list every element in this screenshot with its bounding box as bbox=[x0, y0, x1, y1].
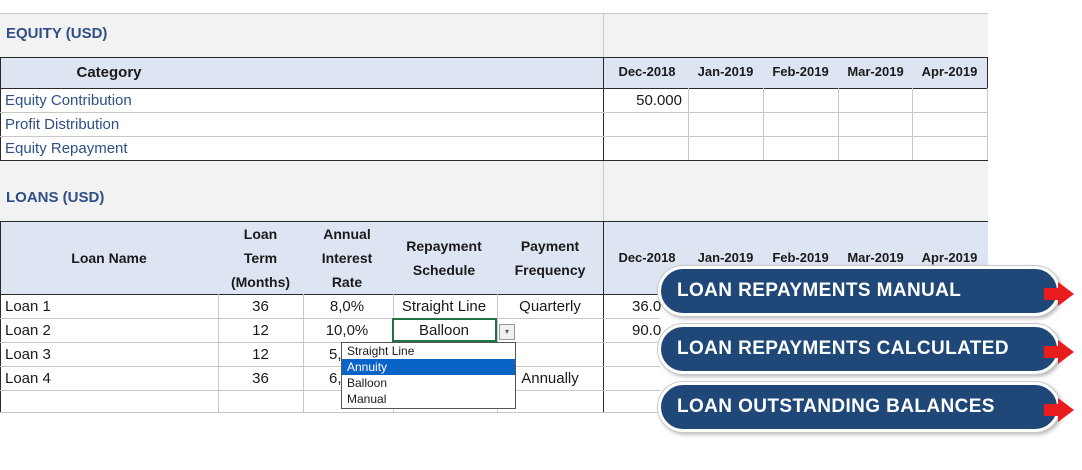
loan-name-cell[interactable]: Loan 4 bbox=[5, 368, 51, 390]
equity-month-header: Mar-2019 bbox=[847, 64, 904, 79]
gridline bbox=[0, 88, 1, 160]
button-label: LOAN REPAYMENTS CALCULATED bbox=[677, 338, 1009, 359]
interest-rate-cell[interactable]: 6, bbox=[329, 368, 342, 390]
dropdown-arrow-button[interactable]: ▾ bbox=[499, 324, 515, 340]
payment-frequency-header: Frequency bbox=[514, 262, 586, 278]
equity-month-header: Apr-2019 bbox=[921, 64, 978, 79]
gridline bbox=[603, 294, 604, 412]
gridline bbox=[0, 221, 988, 222]
loan-name-cell[interactable]: Loan 3 bbox=[5, 344, 51, 366]
gridline bbox=[603, 88, 604, 160]
button-label: LOAN REPAYMENTS MANUAL bbox=[677, 280, 962, 301]
arrow-right-icon[interactable] bbox=[1058, 340, 1074, 364]
equity-section-band bbox=[0, 14, 988, 57]
loan-term-cell[interactable]: 36 bbox=[218, 368, 303, 390]
gridline bbox=[603, 14, 604, 57]
interest-rate-cell[interactable]: 5, bbox=[329, 344, 342, 366]
loans-section-band bbox=[0, 161, 988, 221]
equity-category-header: Category bbox=[76, 64, 142, 81]
loan-repayments-calculated-button[interactable]: LOAN REPAYMENTS CALCULATED bbox=[658, 324, 1060, 374]
repayment-schedule-header: Repayment bbox=[406, 238, 482, 254]
payment-frequency-header: Payment bbox=[520, 238, 580, 254]
gridline bbox=[0, 342, 660, 343]
gridline bbox=[0, 318, 660, 319]
top-gridline bbox=[0, 13, 988, 14]
arrow-right-icon[interactable] bbox=[1044, 404, 1058, 416]
equity-row-label[interactable]: Equity Repayment bbox=[5, 138, 128, 160]
dropdown-option[interactable]: Manual bbox=[342, 391, 515, 407]
repayment-schedule-header: Schedule bbox=[412, 262, 476, 278]
repayment-schedule-cell[interactable]: Straight Line bbox=[393, 296, 495, 318]
repayment-schedule-cell[interactable]: Balloon bbox=[393, 320, 495, 342]
interest-rate-header: Rate bbox=[331, 274, 363, 290]
loan-name-cell[interactable]: Loan 1 bbox=[5, 296, 51, 318]
equity-section-title: EQUITY (USD) bbox=[6, 25, 108, 42]
interest-rate-cell[interactable]: 10,0% bbox=[303, 320, 391, 342]
loan-name-header: Loan Name bbox=[71, 250, 147, 266]
loan-name-cell[interactable]: Loan 2 bbox=[5, 320, 51, 342]
gridline bbox=[688, 88, 689, 160]
loan-outstanding-balances-button[interactable]: LOAN OUTSTANDING BALANCES bbox=[658, 382, 1060, 432]
gridline bbox=[838, 88, 839, 160]
equity-month-header: Jan-2019 bbox=[697, 64, 754, 79]
repayment-schedule-dropdown[interactable]: Straight Line Annuity Balloon Manual bbox=[341, 342, 516, 409]
interest-rate-cell[interactable]: 8,0% bbox=[303, 296, 391, 318]
gridline bbox=[912, 88, 913, 160]
loan-term-cell[interactable]: 12 bbox=[218, 320, 303, 342]
arrow-right-icon[interactable] bbox=[1058, 398, 1074, 422]
interest-rate-header: Annual bbox=[323, 226, 371, 242]
gridline bbox=[987, 88, 988, 160]
gridline bbox=[987, 57, 988, 89]
gridline bbox=[0, 136, 988, 137]
equity-row-label[interactable]: Equity Contribution bbox=[5, 90, 132, 112]
button-label: LOAN OUTSTANDING BALANCES bbox=[677, 396, 995, 417]
gridline bbox=[603, 161, 604, 221]
loan-dec-value[interactable]: 90.0 bbox=[632, 320, 661, 342]
gridline bbox=[0, 88, 988, 89]
gridline bbox=[763, 88, 764, 160]
equity-month-header: Dec-2018 bbox=[618, 64, 676, 79]
gridline bbox=[603, 221, 604, 295]
gridline bbox=[0, 57, 988, 58]
gridline bbox=[0, 112, 988, 113]
arrow-right-icon[interactable] bbox=[1044, 346, 1058, 358]
equity-row-label[interactable]: Profit Distribution bbox=[5, 114, 119, 136]
loan-dec-value[interactable]: 36.0 bbox=[632, 296, 661, 318]
payment-frequency-cell[interactable]: Quarterly bbox=[497, 296, 603, 318]
loan-term-cell[interactable]: 12 bbox=[218, 344, 303, 366]
arrow-right-icon[interactable] bbox=[1058, 282, 1074, 306]
loans-section-title: LOANS (USD) bbox=[6, 189, 105, 206]
equity-month-header: Feb-2019 bbox=[772, 64, 829, 79]
loan-term-header: (Months) bbox=[230, 274, 291, 290]
dropdown-option-highlighted[interactable]: Annuity bbox=[342, 359, 515, 375]
gridline bbox=[603, 57, 604, 89]
arrow-right-icon[interactable] bbox=[1044, 288, 1058, 300]
interest-rate-header: Interest bbox=[321, 250, 373, 266]
loan-term-header: Loan bbox=[243, 226, 278, 242]
gridline bbox=[0, 294, 1, 412]
loan-term-cell[interactable]: 36 bbox=[218, 296, 303, 318]
gridline bbox=[0, 412, 660, 413]
gridline bbox=[0, 390, 660, 391]
equity-dec-value[interactable]: 50.000 bbox=[606, 90, 682, 112]
dropdown-option[interactable]: Balloon bbox=[342, 375, 515, 391]
gridline bbox=[0, 366, 660, 367]
dropdown-option[interactable]: Straight Line bbox=[342, 343, 515, 359]
loan-repayments-manual-button[interactable]: LOAN REPAYMENTS MANUAL bbox=[658, 266, 1060, 316]
loan-term-header: Term bbox=[243, 250, 278, 266]
